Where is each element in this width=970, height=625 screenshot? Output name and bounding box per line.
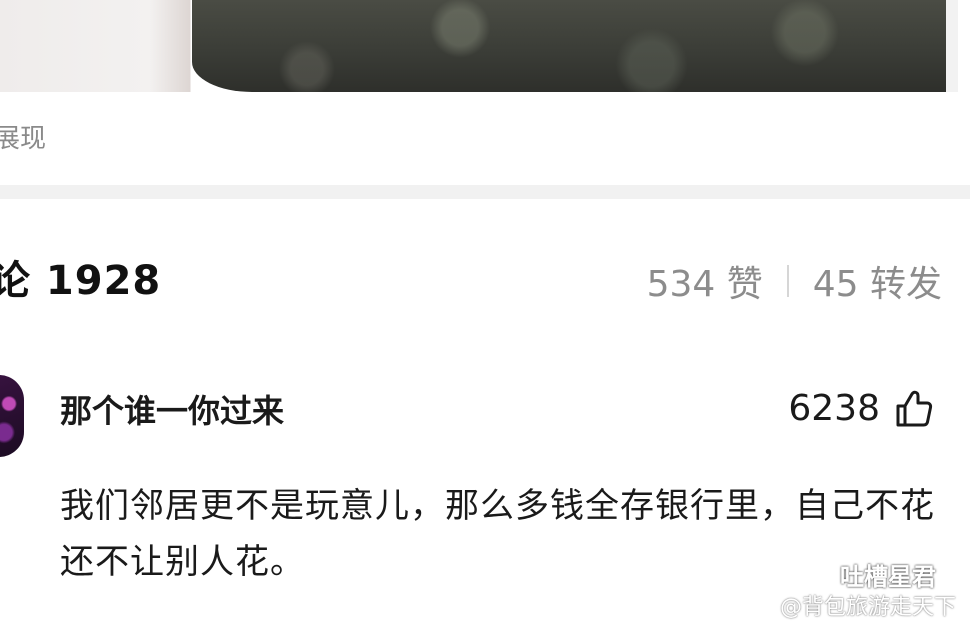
watermark-line1: 吐槽星君 [802,557,936,592]
wechat-icon [802,563,831,585]
avatar[interactable] [0,375,24,457]
post-image[interactable] [0,0,958,92]
thumbs-up-icon[interactable] [894,389,934,429]
stats-bar: 论 1928 534 赞 45 转发 [0,246,970,316]
stats-right: 534 赞 45 转发 [647,246,942,316]
like-count[interactable]: 534 赞 [647,255,763,307]
comment-username[interactable]: 那个谁一你过来 [60,388,284,434]
comment-count[interactable]: 论 1928 [0,246,161,316]
weibo-icon [739,599,768,619]
comment-like-button[interactable]: 6238 [788,386,934,432]
comment-like-count: 6238 [788,388,880,429]
post-card: 展现 [0,0,970,185]
expand-link[interactable]: 展现 [0,118,46,155]
section-divider [0,185,970,199]
watermark-line2: @背包旅游走天下 [739,589,956,621]
stats-separator [786,265,789,297]
post-image-content [192,0,958,92]
repost-count[interactable]: 45 转发 [813,255,942,307]
watermark: 吐槽星君 @背包旅游走天下 [696,557,956,620]
